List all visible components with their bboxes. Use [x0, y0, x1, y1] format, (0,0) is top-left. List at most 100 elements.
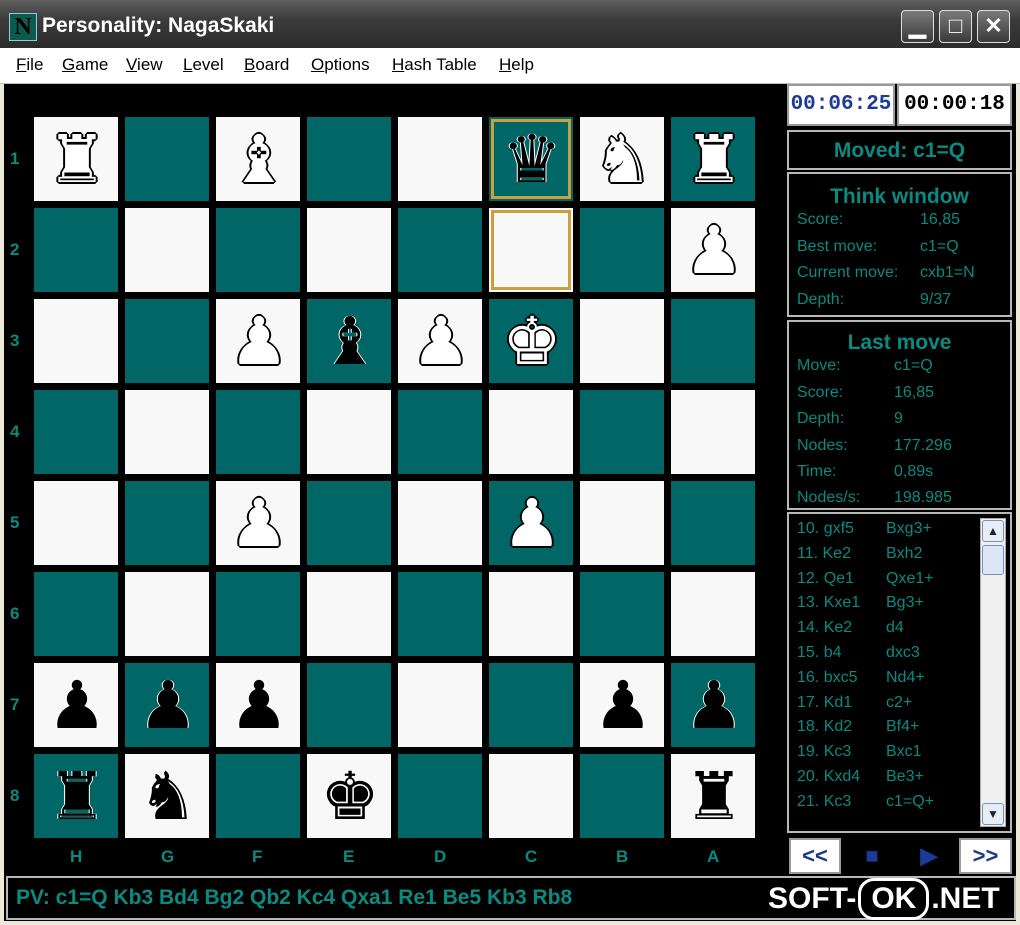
title-bar[interactable]: N Personality: NagaSkaki ▁ □ ✕: [0, 0, 1020, 48]
square-h8[interactable]: ♜: [33, 753, 119, 839]
square-e4[interactable]: [306, 389, 392, 475]
square-e8[interactable]: ♚: [306, 753, 392, 839]
square-f2[interactable]: [215, 207, 301, 293]
move-list-white[interactable]: 13. Kxe1: [797, 594, 860, 612]
scroll-thumb[interactable]: [982, 545, 1004, 575]
square-f6[interactable]: [215, 571, 301, 657]
square-a6[interactable]: [670, 571, 756, 657]
white-rook-icon[interactable]: ♜: [34, 117, 120, 203]
menu-hash-table[interactable]: Hash Table: [392, 55, 477, 75]
move-list-white[interactable]: 12. Qe1: [797, 570, 854, 588]
square-g5[interactable]: [124, 480, 210, 566]
move-list-panel[interactable]: ▲ ▼ 10. gxf5 Bxg3+ 11. Ke2 Bxh2 12. Qe1 Qxe1+…: [787, 512, 1012, 833]
move-list-black[interactable]: d4: [886, 619, 904, 637]
square-f5[interactable]: ♟: [215, 480, 301, 566]
square-b7[interactable]: ♟: [579, 662, 665, 748]
square-a2[interactable]: ♟: [670, 207, 756, 293]
scroll-up-button[interactable]: ▲: [982, 520, 1004, 542]
white-pawn-icon[interactable]: ♟: [216, 481, 302, 567]
scroll-down-button[interactable]: ▼: [982, 803, 1004, 825]
square-e5[interactable]: [306, 480, 392, 566]
square-c7[interactable]: [488, 662, 574, 748]
square-a1[interactable]: ♜: [670, 116, 756, 202]
black-pawn-icon[interactable]: ♟: [125, 663, 211, 749]
white-rook-icon[interactable]: ♜: [671, 117, 757, 203]
maximize-button[interactable]: □: [939, 10, 972, 43]
square-d5[interactable]: [397, 480, 483, 566]
move-list-white[interactable]: 10. gxf5: [797, 520, 854, 538]
square-e2[interactable]: [306, 207, 392, 293]
move-list-black[interactable]: Nd4+: [886, 669, 925, 687]
move-list-black[interactable]: Qxe1+: [886, 570, 934, 588]
square-d3[interactable]: ♟: [397, 298, 483, 384]
square-h3[interactable]: [33, 298, 119, 384]
square-b6[interactable]: [579, 571, 665, 657]
square-b8[interactable]: [579, 753, 665, 839]
move-list-white[interactable]: 17. Kd1: [797, 694, 852, 712]
square-d4[interactable]: [397, 389, 483, 475]
white-pawn-icon[interactable]: ♟: [489, 481, 575, 567]
square-g1[interactable]: [124, 116, 210, 202]
white-pawn-icon[interactable]: ♟: [671, 208, 757, 294]
square-a7[interactable]: ♟: [670, 662, 756, 748]
square-h7[interactable]: ♟: [33, 662, 119, 748]
white-pawn-icon[interactable]: ♟: [398, 299, 484, 385]
square-a8[interactable]: ♜: [670, 753, 756, 839]
menu-board[interactable]: Board: [244, 55, 289, 75]
square-h2[interactable]: [33, 207, 119, 293]
menu-game[interactable]: Game: [62, 55, 108, 75]
move-list-white[interactable]: 18. Kd2: [797, 718, 852, 736]
square-g8[interactable]: ♞: [124, 753, 210, 839]
play-button[interactable]: ▶: [903, 838, 955, 874]
move-list-black[interactable]: Bf4+: [886, 718, 919, 736]
stop-button[interactable]: ■: [845, 838, 899, 874]
square-a3[interactable]: [670, 298, 756, 384]
black-knight-icon[interactable]: ♞: [125, 754, 211, 840]
square-e6[interactable]: [306, 571, 392, 657]
square-c8[interactable]: [488, 753, 574, 839]
square-b3[interactable]: [579, 298, 665, 384]
move-list-white[interactable]: 16. bxc5: [797, 669, 857, 687]
square-g6[interactable]: [124, 571, 210, 657]
black-pawn-icon[interactable]: ♟: [580, 663, 666, 749]
square-b4[interactable]: [579, 389, 665, 475]
black-rook-icon[interactable]: ♜: [671, 754, 757, 840]
white-king-icon[interactable]: ♚: [489, 299, 575, 385]
square-e7[interactable]: [306, 662, 392, 748]
square-g2[interactable]: [124, 207, 210, 293]
menu-level[interactable]: Level: [183, 55, 224, 75]
square-f4[interactable]: [215, 389, 301, 475]
minimize-button[interactable]: ▁: [901, 10, 934, 43]
close-button[interactable]: ✕: [977, 10, 1010, 43]
move-list-white[interactable]: 19. Kc3: [797, 743, 851, 761]
square-g4[interactable]: [124, 389, 210, 475]
square-h4[interactable]: [33, 389, 119, 475]
square-c3[interactable]: ♚: [488, 298, 574, 384]
move-list-black[interactable]: Bxh2: [886, 545, 922, 563]
menu-help[interactable]: Help: [499, 55, 534, 75]
square-h5[interactable]: [33, 480, 119, 566]
black-king-icon[interactable]: ♚: [307, 754, 393, 840]
move-list-black[interactable]: Bxc1: [886, 743, 922, 761]
move-list-white[interactable]: 21. Kc3: [797, 793, 851, 811]
square-d6[interactable]: [397, 571, 483, 657]
square-d2[interactable]: [397, 207, 483, 293]
move-list-white[interactable]: 11. Ke2: [797, 545, 851, 563]
move-list-scrollbar[interactable]: ▲ ▼: [980, 518, 1006, 827]
black-queen-icon[interactable]: ♛: [489, 117, 575, 203]
square-h6[interactable]: [33, 571, 119, 657]
move-list-black[interactable]: Be3+: [886, 768, 924, 786]
next-move-button[interactable]: >>: [959, 838, 1012, 874]
square-a5[interactable]: [670, 480, 756, 566]
white-pawn-icon[interactable]: ♟: [216, 299, 302, 385]
black-pawn-icon[interactable]: ♟: [216, 663, 302, 749]
square-c6[interactable]: [488, 571, 574, 657]
white-knight-icon[interactable]: ♞: [580, 117, 666, 203]
square-g7[interactable]: ♟: [124, 662, 210, 748]
square-c5[interactable]: ♟: [488, 480, 574, 566]
square-c1[interactable]: ♛: [488, 116, 574, 202]
black-pawn-icon[interactable]: ♟: [671, 663, 757, 749]
black-pawn-icon[interactable]: ♟: [34, 663, 120, 749]
black-bishop-icon[interactable]: ♝: [307, 299, 393, 385]
black-rook-icon[interactable]: ♜: [34, 754, 120, 840]
